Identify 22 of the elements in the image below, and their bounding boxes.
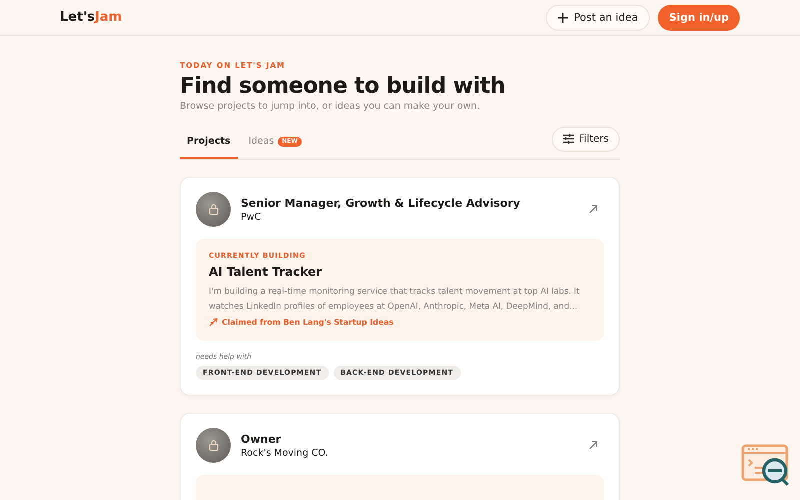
sliders-icon [563,134,574,144]
role-title: Senior Manager, Growth & Lifecycle Advisory [241,196,522,210]
plus-icon [558,12,568,22]
filters-button[interactable]: Filters [552,126,620,152]
magnified-document-icon [741,444,791,488]
post-idea-button[interactable]: Post an idea [546,4,650,30]
page-subtitle: Browse projects to jump into, or ideas you can make your own. [180,101,482,112]
company-name: Rock's Moving CO. [241,448,330,458]
page-title: Find someone to build with [180,74,506,99]
company-name: PwC [241,212,262,222]
role-title: Owner [241,432,282,446]
feedback-widget[interactable] [741,444,791,488]
lock-icon [208,440,218,451]
project-description: I'm building a real-time monitoring service that tracks talent movement at top AI labs. It watches LinkedIn profiles of employees at OpenAI, Anthropic, Meta AI, DeepMind, and... [209,285,581,313]
project-name: AI Talent Tracker [209,265,324,279]
external-link-icon[interactable] [589,205,598,214]
external-link-icon[interactable] [589,441,598,450]
logo[interactable]: Let'sJam [60,10,122,25]
project-card[interactable]: Owner Rock's Moving CO. [180,413,620,500]
project-card[interactable] [180,177,620,396]
lock-icon [208,204,218,215]
tab[interactable]: Projects [180,126,238,159]
